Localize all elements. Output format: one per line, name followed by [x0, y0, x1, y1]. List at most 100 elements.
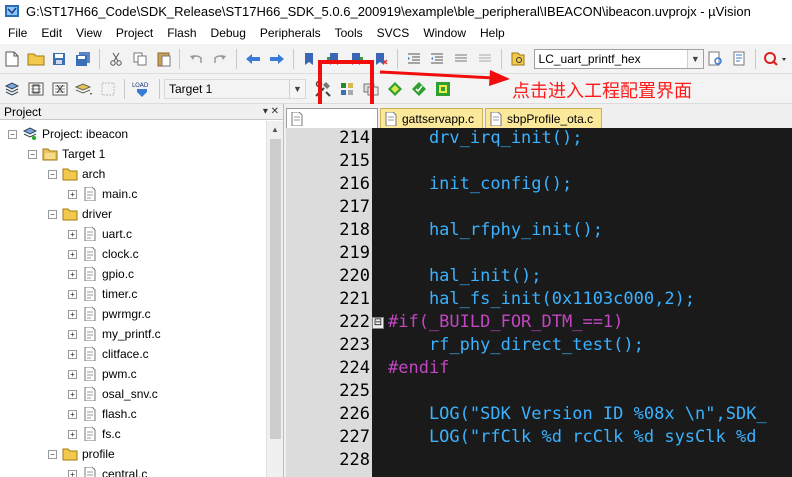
menu-help[interactable]: Help	[472, 22, 511, 44]
tree-file-item[interactable]: + my_printf.c	[68, 324, 161, 344]
collapse-icon[interactable]: −	[8, 129, 17, 139]
code-line[interactable]: 226 LOG("SDK Version ID %08x \n",SDK_	[286, 404, 792, 427]
copy-icon[interactable]	[129, 48, 151, 70]
undo-icon[interactable]	[185, 48, 207, 70]
unindent-icon[interactable]	[426, 48, 448, 70]
tree-group-item[interactable]: − arch	[48, 164, 105, 184]
tree-group-item[interactable]: − profile	[48, 444, 115, 464]
tree-file-item[interactable]: + main.c	[68, 184, 137, 204]
cut-icon[interactable]	[105, 48, 127, 70]
tree-file-item[interactable]: + clock.c	[68, 244, 139, 264]
code-editor[interactable]: 214 drv_irq_init(); 215 216 init_config();…	[286, 128, 792, 477]
expand-icon[interactable]: +	[68, 249, 77, 259]
target-combo[interactable]: Target 1 ▼	[164, 78, 306, 99]
expand-icon[interactable]: +	[68, 469, 77, 477]
code-line[interactable]: 228	[286, 450, 792, 473]
tree-group-item[interactable]: − driver	[48, 204, 112, 224]
chevron-down-icon[interactable]: ▼	[289, 79, 305, 98]
scrollbar-thumb[interactable]	[270, 139, 281, 439]
expand-icon[interactable]: +	[68, 369, 77, 379]
navigate-forward-icon[interactable]	[266, 48, 288, 70]
expand-icon[interactable]: +	[68, 329, 77, 339]
code-line[interactable]: 221 hal_fs_init(0x1103c000,2);	[286, 289, 792, 312]
tree-root-item[interactable]: − Project: ibeacon	[8, 124, 128, 144]
new-file-icon[interactable]	[1, 48, 23, 70]
code-line[interactable]: 227 LOG("rfClk %d rcClk %d sysClk %d	[286, 427, 792, 450]
comment-icon[interactable]	[450, 48, 472, 70]
scroll-up-icon[interactable]: ▲	[267, 121, 283, 137]
tree-file-item[interactable]: + gpio.c	[68, 264, 134, 284]
expand-icon[interactable]: +	[68, 349, 77, 359]
tree-file-item[interactable]: + flash.c	[68, 404, 137, 424]
expand-icon[interactable]: +	[68, 189, 77, 199]
menu-peripherals[interactable]: Peripherals	[252, 22, 327, 44]
editor-tab[interactable]	[286, 108, 378, 128]
menu-debug[interactable]: Debug	[203, 22, 252, 44]
find-combo[interactable]: LC_uart_printf_hex ▼	[533, 48, 704, 69]
editor-tab[interactable]: gattservapp.c	[380, 108, 484, 128]
code-line[interactable]: 222 ⊟ #if(_BUILD_FOR_DTM_==1)	[286, 312, 792, 335]
menu-view[interactable]: View	[68, 22, 108, 44]
menu-project[interactable]: Project	[108, 22, 159, 44]
save-icon[interactable]	[49, 48, 71, 70]
tree-file-item[interactable]: + osal_snv.c	[68, 384, 158, 404]
collapse-icon[interactable]: −	[48, 449, 57, 459]
code-line[interactable]: 214 drv_irq_init();	[286, 128, 792, 151]
debug-session-icon[interactable]	[761, 48, 791, 70]
expand-icon[interactable]: +	[68, 289, 77, 299]
panel-pin-close-icon[interactable]: ▾ ✕	[263, 106, 279, 117]
code-line[interactable]: 215	[286, 151, 792, 174]
tree-file-item[interactable]: + fs.c	[68, 424, 121, 444]
load-download-icon[interactable]: LOAD	[130, 78, 154, 100]
tree-file-item[interactable]: + timer.c	[68, 284, 137, 304]
chevron-down-icon[interactable]: ▼	[686, 49, 703, 68]
menu-svcs[interactable]: SVCS	[369, 22, 416, 44]
menu-flash[interactable]: Flash	[159, 22, 202, 44]
expand-icon[interactable]: +	[68, 409, 77, 419]
translate-icon[interactable]	[1, 78, 23, 100]
code-line[interactable]: 219	[286, 243, 792, 266]
menu-window[interactable]: Window	[415, 22, 472, 44]
project-tree-scrollbar[interactable]: ▲	[266, 121, 283, 477]
code-line[interactable]: 225	[286, 381, 792, 404]
code-line[interactable]: 224 #endif	[286, 358, 792, 381]
code-line[interactable]: 216 init_config();	[286, 174, 792, 197]
collapse-icon[interactable]: −	[48, 169, 57, 179]
tree-file-item[interactable]: + clitface.c	[68, 344, 149, 364]
tree-file-item[interactable]: + pwm.c	[68, 364, 137, 384]
batch-build-icon[interactable]	[73, 78, 95, 100]
navigate-back-icon[interactable]	[242, 48, 264, 70]
code-line[interactable]: 223 rf_phy_direct_test();	[286, 335, 792, 358]
code-line[interactable]: 217	[286, 197, 792, 220]
code-line[interactable]: 220 hal_init();	[286, 266, 792, 289]
uncomment-icon[interactable]	[474, 48, 496, 70]
collapse-icon[interactable]: −	[48, 209, 57, 219]
code-line[interactable]: 218 hal_rfphy_init();	[286, 220, 792, 243]
menu-tools[interactable]: Tools	[327, 22, 369, 44]
rebuild-icon[interactable]	[49, 78, 71, 100]
expand-icon[interactable]: +	[68, 429, 77, 439]
stop-build-icon[interactable]	[97, 78, 119, 100]
paste-icon[interactable]	[153, 48, 175, 70]
collapse-icon[interactable]: −	[28, 149, 37, 159]
expand-icon[interactable]: +	[68, 229, 77, 239]
expand-icon[interactable]: +	[68, 389, 77, 399]
editor-tab[interactable]: sbpProfile_ota.c	[485, 108, 603, 128]
menu-edit[interactable]: Edit	[33, 22, 68, 44]
save-all-icon[interactable]	[72, 48, 94, 70]
tree-file-item[interactable]: + uart.c	[68, 224, 132, 244]
tree-file-item[interactable]: + pwrmgr.c	[68, 304, 151, 324]
expand-icon[interactable]: +	[68, 269, 77, 279]
find-replace-icon[interactable]	[729, 48, 751, 70]
incremental-find-icon[interactable]	[705, 48, 727, 70]
indent-icon[interactable]	[403, 48, 425, 70]
redo-icon[interactable]	[209, 48, 231, 70]
find-in-files-icon[interactable]	[507, 48, 529, 70]
menu-file[interactable]: File	[0, 22, 33, 44]
tree-target-item[interactable]: − Target 1	[28, 144, 105, 164]
tree-file-item[interactable]: + central.c	[68, 464, 147, 477]
open-folder-icon[interactable]	[25, 48, 47, 70]
build-icon[interactable]	[25, 78, 47, 100]
expand-icon[interactable]: +	[68, 309, 77, 319]
fold-collapse-icon[interactable]: ⊟	[372, 317, 384, 329]
